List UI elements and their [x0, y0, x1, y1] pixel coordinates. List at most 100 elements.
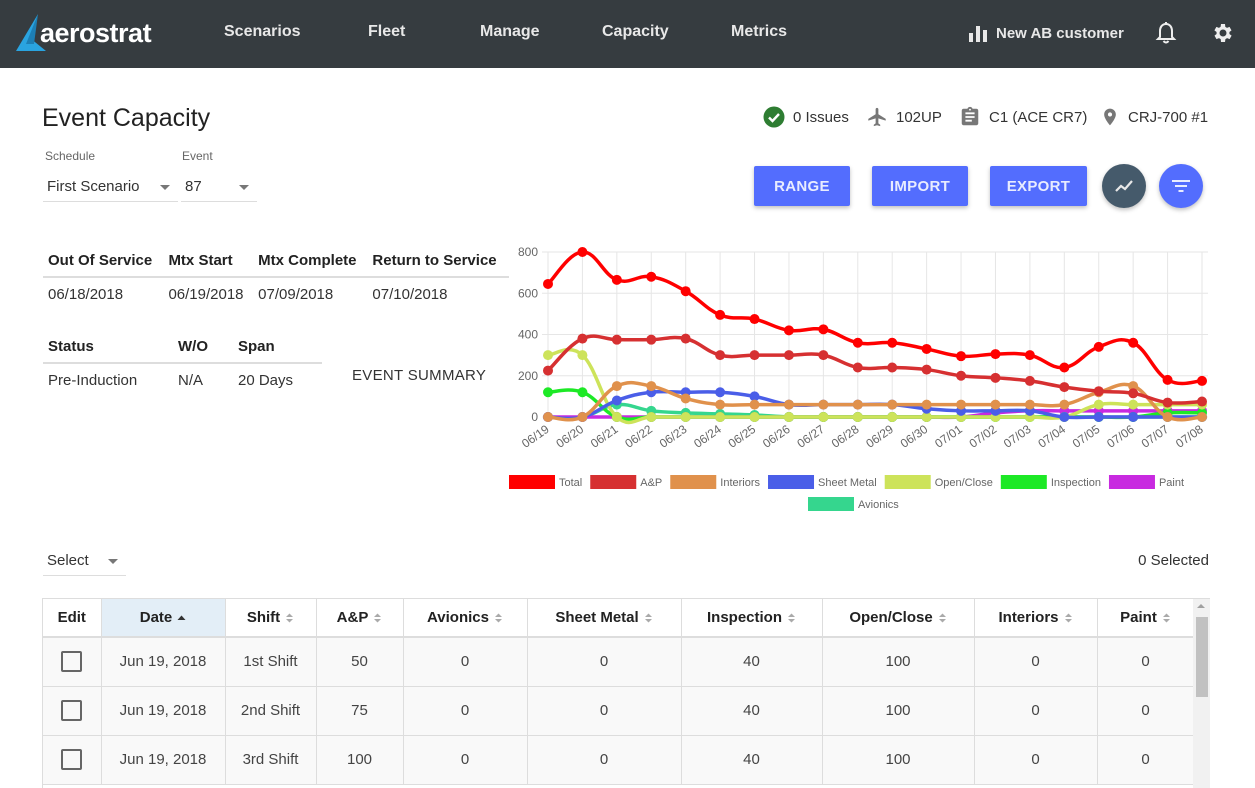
cell-interiors[interactable]: 0	[974, 686, 1098, 736]
cell-inspection[interactable]: 40	[681, 686, 823, 736]
chart-toggle-button[interactable]	[1102, 164, 1146, 208]
event-select[interactable]: 87	[181, 172, 257, 202]
column-header-shift[interactable]: Shift	[225, 599, 317, 638]
sort-ascending-icon	[177, 615, 186, 621]
issues-indicator[interactable]: 0 Issues	[763, 106, 849, 128]
aircraft-indicator: 102UP	[866, 106, 942, 128]
legend-swatch-a-p	[590, 475, 637, 489]
cell-shift[interactable]: 1st Shift	[225, 637, 317, 687]
data-point-a-p	[887, 362, 898, 373]
legend-swatch-interiors	[670, 475, 717, 489]
data-point-interiors	[1024, 399, 1035, 410]
nav-fleet[interactable]: Fleet	[368, 23, 405, 41]
cell-paint[interactable]: 0	[1097, 735, 1195, 785]
row-checkbox[interactable]	[61, 700, 83, 721]
cell-ap[interactable]: 100	[316, 735, 404, 785]
cell-shift[interactable]: 2nd Shift	[225, 686, 317, 736]
column-header-edit[interactable]: Edit	[43, 599, 102, 638]
event-value: 87	[185, 178, 202, 195]
data-point-total	[680, 286, 691, 297]
cell-sheet-metal[interactable]: 0	[527, 735, 682, 785]
range-button[interactable]: RANGE	[754, 166, 850, 206]
data-point-interiors	[715, 399, 726, 410]
sort-icon	[1064, 613, 1072, 623]
x-tick-label: 07/05	[1070, 422, 1103, 451]
x-tick-label: 06/23	[657, 422, 690, 451]
cell-sheet-metal[interactable]: 0	[527, 686, 682, 736]
customer-name: New AB customer	[996, 24, 1124, 42]
legend-label-avionics: Avionics	[858, 499, 899, 511]
cell-shift[interactable]: 3rd Shift	[225, 735, 317, 785]
cell-avionics[interactable]: 0	[403, 686, 528, 736]
cell-ap[interactable]: 50	[316, 637, 404, 687]
sort-icon	[1162, 613, 1170, 623]
cell-open-close[interactable]: 100	[822, 637, 975, 687]
filter-button[interactable]	[1159, 164, 1203, 208]
cell-date[interactable]: Jun 19, 2018	[101, 637, 226, 687]
data-point-interiors	[818, 399, 829, 410]
column-header-sheet-metal[interactable]: Sheet Metal	[527, 599, 682, 638]
column-header-interiors[interactable]: Interiors	[974, 599, 1098, 638]
cell-date[interactable]: Jun 19, 2018	[101, 686, 226, 736]
scroll-up-arrow-icon[interactable]	[1197, 604, 1205, 608]
cell-avionics[interactable]: 0	[403, 637, 528, 687]
cell-paint[interactable]: 0	[1097, 686, 1195, 736]
bulk-action-select[interactable]: Select	[43, 546, 126, 576]
import-button[interactable]: IMPORT	[872, 166, 968, 206]
data-point-a-p	[921, 364, 932, 375]
grid-scrollbar[interactable]	[1193, 599, 1210, 788]
column-label: Date	[139, 609, 173, 626]
nav-metrics[interactable]: Metrics	[731, 23, 787, 41]
nav-capacity[interactable]: Capacity	[602, 23, 669, 41]
scroll-thumb[interactable]	[1196, 617, 1208, 697]
data-point-interiors	[646, 381, 657, 392]
data-point-total	[543, 278, 553, 289]
customer-switcher[interactable]: New AB customer	[968, 24, 1124, 42]
edit-cell	[43, 637, 102, 687]
cell-avionics[interactable]: 0	[403, 735, 528, 785]
aerostrat-logo[interactable]: aerostrat	[16, 14, 152, 52]
cell-sheet-metal[interactable]: 0	[527, 637, 682, 687]
data-point-open-close	[715, 412, 726, 422]
cell-ap[interactable]: 75	[316, 686, 404, 736]
cell-date[interactable]: Jun 19, 2018	[101, 735, 226, 785]
cell-interiors[interactable]: 0	[974, 637, 1098, 687]
data-point-interiors	[577, 412, 588, 422]
x-tick-label: 07/04	[1035, 422, 1068, 451]
check-circle-icon	[763, 106, 785, 128]
column-header-paint[interactable]: Paint	[1097, 599, 1195, 638]
cell-interiors[interactable]: 0	[974, 735, 1098, 785]
cell-open-close[interactable]: 100	[822, 686, 975, 736]
nav-manage[interactable]: Manage	[480, 23, 540, 41]
column-header-inspection[interactable]: Inspection	[681, 599, 823, 638]
x-tick-label: 06/25	[726, 422, 759, 451]
data-point-sheet-metal	[1059, 412, 1070, 422]
cell-inspection[interactable]: 40	[681, 735, 823, 785]
x-tick-label: 06/22	[622, 422, 655, 451]
filter-icon	[1172, 180, 1190, 192]
nav-scenarios[interactable]: Scenarios	[224, 23, 300, 41]
data-point-open-close	[543, 350, 553, 361]
column-header-date[interactable]: Date	[101, 599, 226, 638]
column-header-avionics[interactable]: Avionics	[403, 599, 528, 638]
y-tick-label: 0	[531, 410, 538, 424]
notifications-button[interactable]	[1155, 21, 1177, 50]
export-button[interactable]: EXPORT	[990, 166, 1087, 206]
x-tick-label: 06/21	[588, 422, 621, 451]
cell-inspection[interactable]: 40	[681, 637, 823, 687]
data-point-a-p	[680, 333, 691, 344]
col-out-of-service: Out Of Service	[43, 245, 164, 278]
cell-paint[interactable]: 0	[1097, 637, 1195, 687]
x-tick-label: 07/01	[932, 422, 965, 451]
column-header-open-close[interactable]: Open/Close	[822, 599, 975, 638]
x-tick-label: 06/30	[898, 422, 931, 451]
schedule-select[interactable]: First Scenario	[43, 172, 178, 202]
mtx-complete-date: 07/09/2018	[258, 286, 334, 303]
column-header-a-p[interactable]: A&P	[316, 599, 404, 638]
cell-open-close[interactable]: 100	[822, 735, 975, 785]
data-point-total	[887, 337, 898, 348]
col-mtx-complete: Mtx Complete	[253, 245, 368, 278]
row-checkbox[interactable]	[61, 651, 83, 673]
settings-button[interactable]	[1211, 21, 1235, 50]
row-checkbox[interactable]	[61, 749, 83, 770]
